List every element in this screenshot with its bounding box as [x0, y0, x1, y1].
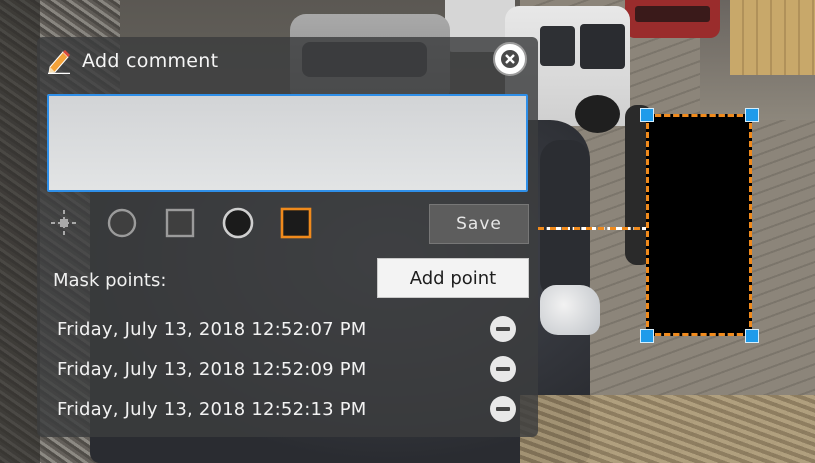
mask-handle-top-right[interactable] — [745, 108, 759, 122]
mask-points-list: Friday, July 13, 2018 12:52:07 PM Friday… — [57, 309, 517, 429]
shape-toolbar — [47, 205, 337, 241]
square-outline-icon — [165, 208, 195, 238]
remove-point-button[interactable] — [490, 396, 516, 422]
close-icon — [501, 50, 519, 68]
mask-handle-top-left[interactable] — [640, 108, 654, 122]
point-tool[interactable] — [47, 206, 81, 240]
dark-car-wheel — [540, 140, 590, 300]
list-item[interactable]: Friday, July 13, 2018 12:52:09 PM — [57, 349, 517, 389]
mask-points-label: Mask points: — [53, 270, 167, 291]
minus-circle-icon — [496, 327, 510, 331]
circle-filled-icon — [222, 207, 254, 239]
building — [730, 0, 815, 75]
add-comment-panel: Add comment Save Mask points: Add point … — [37, 37, 538, 437]
wall-shadow — [0, 0, 40, 463]
square-filled-icon — [280, 207, 312, 239]
save-button[interactable]: Save — [429, 204, 529, 244]
rectangle-outline-tool[interactable] — [163, 206, 197, 240]
van-wheel — [575, 95, 620, 133]
debris — [520, 395, 815, 463]
point-timestamp: Friday, July 13, 2018 12:52:13 PM — [57, 398, 367, 420]
circle-filled-tool[interactable] — [221, 206, 255, 240]
trash-bags — [540, 285, 600, 335]
list-item[interactable]: Friday, July 13, 2018 12:52:13 PM — [57, 389, 517, 429]
mask-handle-bottom-left[interactable] — [640, 329, 654, 343]
add-point-button[interactable]: Add point — [377, 258, 529, 298]
circle-outline-tool[interactable] — [105, 206, 139, 240]
rectangle-filled-tool[interactable] — [279, 206, 313, 240]
privacy-mask-rectangle[interactable] — [646, 114, 752, 336]
point-timestamp: Friday, July 13, 2018 12:52:07 PM — [57, 318, 367, 340]
panel-header: Add comment — [46, 47, 218, 75]
comment-input[interactable] — [47, 94, 528, 192]
crosshair-icon — [51, 210, 77, 236]
pencil-icon — [46, 48, 72, 75]
remove-point-button[interactable] — [490, 316, 516, 342]
minus-circle-icon — [496, 367, 510, 371]
mask-handle-bottom-right[interactable] — [745, 329, 759, 343]
remove-point-button[interactable] — [490, 356, 516, 382]
close-button[interactable] — [493, 42, 527, 76]
van-window — [580, 24, 625, 69]
panel-title: Add comment — [82, 50, 219, 72]
minus-circle-icon — [496, 407, 510, 411]
circle-outline-icon — [107, 208, 137, 238]
red-car-window — [635, 6, 710, 22]
list-item[interactable]: Friday, July 13, 2018 12:52:07 PM — [57, 309, 517, 349]
van-window-side — [540, 26, 575, 66]
mask-connector-line-accent — [538, 227, 648, 230]
point-timestamp: Friday, July 13, 2018 12:52:09 PM — [57, 358, 367, 380]
